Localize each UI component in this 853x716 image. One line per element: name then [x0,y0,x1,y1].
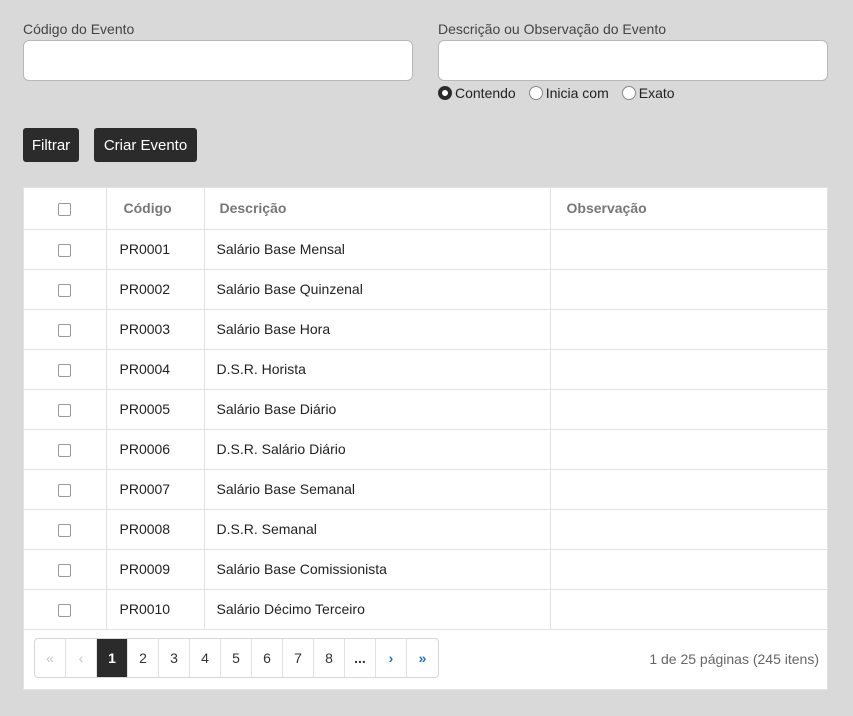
table-row[interactable]: PR0010 Salário Décimo Terceiro [24,589,827,630]
table-row[interactable]: PR0005 Salário Base Diário [24,389,827,430]
table-row[interactable]: PR0009 Salário Base Comissionista [24,549,827,590]
row-description: Salário Base Hora [204,309,551,350]
row-code: PR0002 [106,269,205,310]
row-code: PR0008 [106,509,205,550]
header-observation[interactable]: Observação [550,188,827,230]
row-description: Salário Base Mensal [204,229,551,270]
row-observation [550,509,827,550]
row-checkbox[interactable] [58,323,72,337]
row-code: PR0005 [106,389,205,430]
match-mode-radio-group: Contendo Inicia com Exato [438,84,688,102]
description-input[interactable] [438,40,828,81]
row-checkbox[interactable] [58,283,72,297]
row-select-cell [24,429,107,470]
code-input[interactable] [23,40,413,81]
radio-exato[interactable]: Exato [621,85,675,101]
page-button-6[interactable]: 6 [252,639,283,677]
row-observation [550,229,827,270]
row-description: D.S.R. Salário Diário [204,429,551,470]
row-observation [550,389,827,430]
row-code: PR0001 [106,229,205,270]
row-checkbox[interactable] [58,603,72,617]
page-button-1[interactable]: 1 [97,639,128,677]
row-observation [550,589,827,630]
code-field-label: Código do Evento [23,21,135,37]
events-table-panel: Código Descrição Observação PR0001 Salári… [23,187,828,690]
row-description: Salário Décimo Terceiro [204,589,551,630]
prev-page-button[interactable]: ‹ [66,639,97,677]
page-button-7[interactable]: 7 [283,639,314,677]
row-description: D.S.R. Horista [204,349,551,390]
row-observation [550,469,827,510]
row-description: Salário Base Quinzenal [204,269,551,310]
description-field-label: Descrição ou Observação do Evento [438,21,667,37]
select-all-checkbox[interactable] [58,203,72,217]
table-header-row: Código Descrição Observação [24,188,827,230]
radio-exato-label: Exato [638,85,675,101]
row-code: PR0006 [106,429,205,470]
header-description[interactable]: Descrição [204,188,551,230]
first-page-button[interactable]: « [35,639,66,677]
row-observation [550,349,827,390]
page-info-text: 1 de 25 páginas (245 itens) [649,651,819,667]
create-event-button[interactable]: Criar Evento [94,128,197,162]
table-row[interactable]: PR0004 D.S.R. Horista [24,349,827,390]
select-all-cell [24,188,107,230]
row-observation [550,429,827,470]
radio-contendo-circle[interactable] [438,86,452,100]
radio-inicia-com-circle[interactable] [528,86,543,100]
row-observation [550,549,827,590]
page-button-3[interactable]: 3 [159,639,190,677]
row-description: Salário Base Semanal [204,469,551,510]
row-select-cell [24,309,107,350]
table-row[interactable]: PR0001 Salário Base Mensal [24,229,827,270]
radio-exato-circle[interactable] [621,86,636,100]
row-description: Salário Base Diário [204,389,551,430]
row-code: PR0003 [106,309,205,350]
row-select-cell [24,509,107,550]
row-select-cell [24,549,107,590]
row-select-cell [24,349,107,390]
row-checkbox[interactable] [58,563,72,577]
row-code: PR0007 [106,469,205,510]
row-checkbox[interactable] [58,403,72,417]
table-row[interactable]: PR0003 Salário Base Hora [24,309,827,350]
radio-inicia-com-label: Inicia com [545,85,609,101]
next-page-button[interactable]: › [376,639,407,677]
page-button-8[interactable]: 8 [314,639,345,677]
row-checkbox[interactable] [58,243,72,257]
radio-inicia-com[interactable]: Inicia com [528,85,609,101]
row-checkbox[interactable] [58,363,72,377]
row-checkbox[interactable] [58,523,72,537]
header-code[interactable]: Código [106,188,205,230]
table-row[interactable]: PR0008 D.S.R. Semanal [24,509,827,550]
table-row[interactable]: PR0002 Salário Base Quinzenal [24,269,827,310]
row-code: PR0009 [106,549,205,590]
table-row[interactable]: PR0006 D.S.R. Salário Diário [24,429,827,470]
row-select-cell [24,469,107,510]
row-code: PR0010 [106,589,205,630]
radio-contendo[interactable]: Contendo [438,85,516,101]
row-observation [550,309,827,350]
row-description: D.S.R. Semanal [204,509,551,550]
page-button-5[interactable]: 5 [221,639,252,677]
row-select-cell [24,589,107,630]
row-description: Salário Base Comissionista [204,549,551,590]
events-table: Código Descrição Observação PR0001 Salári… [24,188,827,630]
row-select-cell [24,269,107,310]
row-select-cell [24,389,107,430]
row-checkbox[interactable] [58,443,72,457]
filter-button[interactable]: Filtrar [23,128,79,162]
radio-contendo-label: Contendo [455,85,516,101]
page-button-4[interactable]: 4 [190,639,221,677]
table-row[interactable]: PR0007 Salário Base Semanal [24,469,827,510]
ellipsis-button[interactable]: ... [345,639,376,677]
row-observation [550,269,827,310]
row-select-cell [24,229,107,270]
page-button-2[interactable]: 2 [128,639,159,677]
pagination: « ‹ 1 2 3 4 5 6 7 8 ... › » [34,638,439,678]
row-checkbox[interactable] [58,483,72,497]
last-page-button[interactable]: » [407,639,438,677]
row-code: PR0004 [106,349,205,390]
